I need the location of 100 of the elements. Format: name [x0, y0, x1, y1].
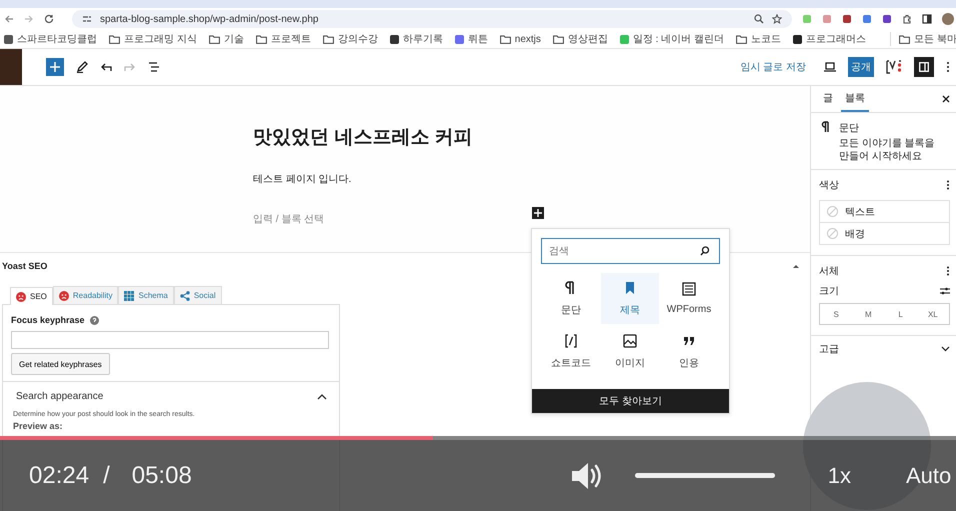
empty-swatch-icon	[827, 228, 838, 239]
bookmark[interactable]: 스파르타코딩클럽	[4, 32, 97, 46]
tab[interactable]: SEO	[10, 287, 53, 305]
keyphrase-input[interactable]	[11, 331, 329, 349]
publish-button[interactable]: 공개	[848, 57, 874, 77]
tab[interactable]: Social	[174, 286, 222, 304]
bookmark[interactable]: 프로젝트	[256, 32, 311, 46]
puzzle-icon[interactable]	[902, 14, 912, 24]
browse-all-button[interactable]: 모두 찾아보기	[532, 389, 729, 413]
folder-icon	[109, 34, 120, 44]
settings-button[interactable]	[914, 57, 934, 77]
more-icon[interactable]	[946, 180, 950, 190]
site-info-icon	[82, 14, 92, 24]
post-title[interactable]: 맛있었던 네스프레소 커피	[253, 124, 473, 150]
site-icon	[390, 34, 399, 44]
sliders-icon[interactable]	[940, 287, 950, 295]
site-icon	[4, 34, 13, 44]
back-icon[interactable]	[4, 14, 14, 24]
current-time: 02:24	[29, 462, 90, 490]
collapse-icon[interactable]	[792, 263, 800, 269]
block-item[interactable]: 문단	[542, 273, 600, 324]
url-text: sparta-blog-sample.shop/wp-admin/post-new.php	[100, 14, 318, 24]
tab[interactable]: 블록	[841, 86, 869, 112]
related-keyphrases-button[interactable]: Get related keyphrases	[11, 353, 110, 375]
reload-icon[interactable]	[44, 14, 54, 24]
undo-icon[interactable]	[100, 61, 112, 73]
close-icon[interactable]	[942, 95, 950, 103]
color-option[interactable]: 텍스트	[820, 201, 949, 222]
preview-icon[interactable]	[824, 62, 836, 72]
bookmark[interactable]: 영상편집	[552, 32, 608, 46]
block-item[interactable]: 쇼트코드	[542, 326, 600, 377]
section-title: Search appearance	[16, 391, 104, 402]
block-item[interactable]: 인용	[660, 326, 718, 377]
bookmark[interactable]: 기술	[208, 32, 244, 46]
search-icon	[700, 246, 710, 256]
field-label: Preview as:	[12, 420, 63, 431]
bookmark[interactable]: 프로그래머스	[793, 32, 866, 46]
plus-icon	[50, 62, 60, 72]
more-icon[interactable]	[946, 266, 950, 276]
field-label: 크기	[819, 285, 839, 298]
field-label: Focus keyphrase	[11, 315, 85, 325]
help-icon[interactable]	[90, 316, 99, 324]
pilcrow-icon	[821, 121, 831, 133]
sad-face-icon	[16, 292, 26, 302]
bookmark[interactable]: 강의수강	[322, 32, 378, 46]
block-placeholder[interactable]: 입력 / 블록 선택	[253, 212, 324, 226]
bookmark[interactable]: 프로그래밍 지식	[109, 32, 197, 46]
tab[interactable]: 글	[819, 86, 837, 112]
save-draft-button[interactable]: 임시 글로 저장	[740, 60, 806, 74]
chevron-up-icon[interactable]	[317, 394, 327, 400]
section-title: 색상	[819, 179, 839, 192]
grid-icon	[124, 290, 134, 300]
block-name: 문단	[839, 122, 860, 135]
yoast-icon[interactable]	[886, 60, 902, 74]
bookmark[interactable]: 일정 : 네이버 캘린더	[620, 32, 724, 46]
empty-swatch-icon	[827, 206, 838, 217]
sidebar-icon	[919, 62, 929, 72]
tab[interactable]: Schema	[118, 286, 174, 304]
more-icon[interactable]	[946, 61, 950, 73]
form-icon	[682, 282, 696, 296]
address-bar[interactable]: sparta-blog-sample.shop/wp-admin/post-new.php	[72, 10, 792, 28]
bookmark-icon	[623, 280, 637, 294]
block-item[interactable]: 이미지	[601, 326, 659, 377]
share-icon	[180, 290, 190, 300]
pen-icon[interactable]	[76, 61, 88, 73]
add-block-button[interactable]	[532, 207, 544, 219]
brackets-icon	[564, 334, 578, 348]
bookmark[interactable]: nextjs	[500, 34, 541, 44]
block-item[interactable]: 제목	[601, 273, 659, 324]
folder-icon	[899, 34, 910, 44]
section-title[interactable]: 고급	[819, 342, 839, 356]
bookmark[interactable]: 뤼튼	[454, 32, 488, 46]
progress-track[interactable]	[0, 436, 956, 440]
folder-icon	[736, 34, 748, 44]
folder-icon	[552, 34, 564, 44]
image-icon	[623, 334, 637, 348]
zoom-icon[interactable]	[754, 14, 764, 24]
folder-icon	[500, 34, 511, 44]
block-item[interactable]: WPForms	[660, 273, 718, 324]
bookmark[interactable]: 노코드	[736, 32, 782, 46]
bookmark[interactable]: 하루기록	[390, 32, 443, 46]
site-icon	[793, 34, 802, 44]
paragraph-block[interactable]: 테스트 페이지 입니다.	[253, 172, 352, 186]
chevron-down-icon[interactable]	[941, 346, 950, 352]
panel-title: Yoast SEO	[2, 261, 48, 271]
color-option[interactable]: 배경	[820, 222, 949, 244]
avatar-icon[interactable]	[942, 13, 954, 25]
site-icon	[454, 34, 464, 44]
speed-button[interactable]: 1x	[828, 462, 851, 488]
star-icon[interactable]	[772, 14, 782, 24]
sad-face-icon	[58, 290, 69, 300]
plus-icon	[534, 209, 542, 217]
block-description: 모든 이야기를 블록을 만들어 시작하세요	[839, 138, 936, 163]
volume-slider[interactable]	[634, 473, 775, 478]
section-title: 서체	[819, 265, 839, 278]
tab[interactable]: Readability	[52, 286, 118, 304]
side-panel-icon[interactable]	[922, 14, 932, 24]
quality-button[interactable]: Auto	[906, 462, 956, 488]
list-view-icon[interactable]	[148, 61, 160, 73]
search-field[interactable]: 검색	[541, 238, 720, 264]
